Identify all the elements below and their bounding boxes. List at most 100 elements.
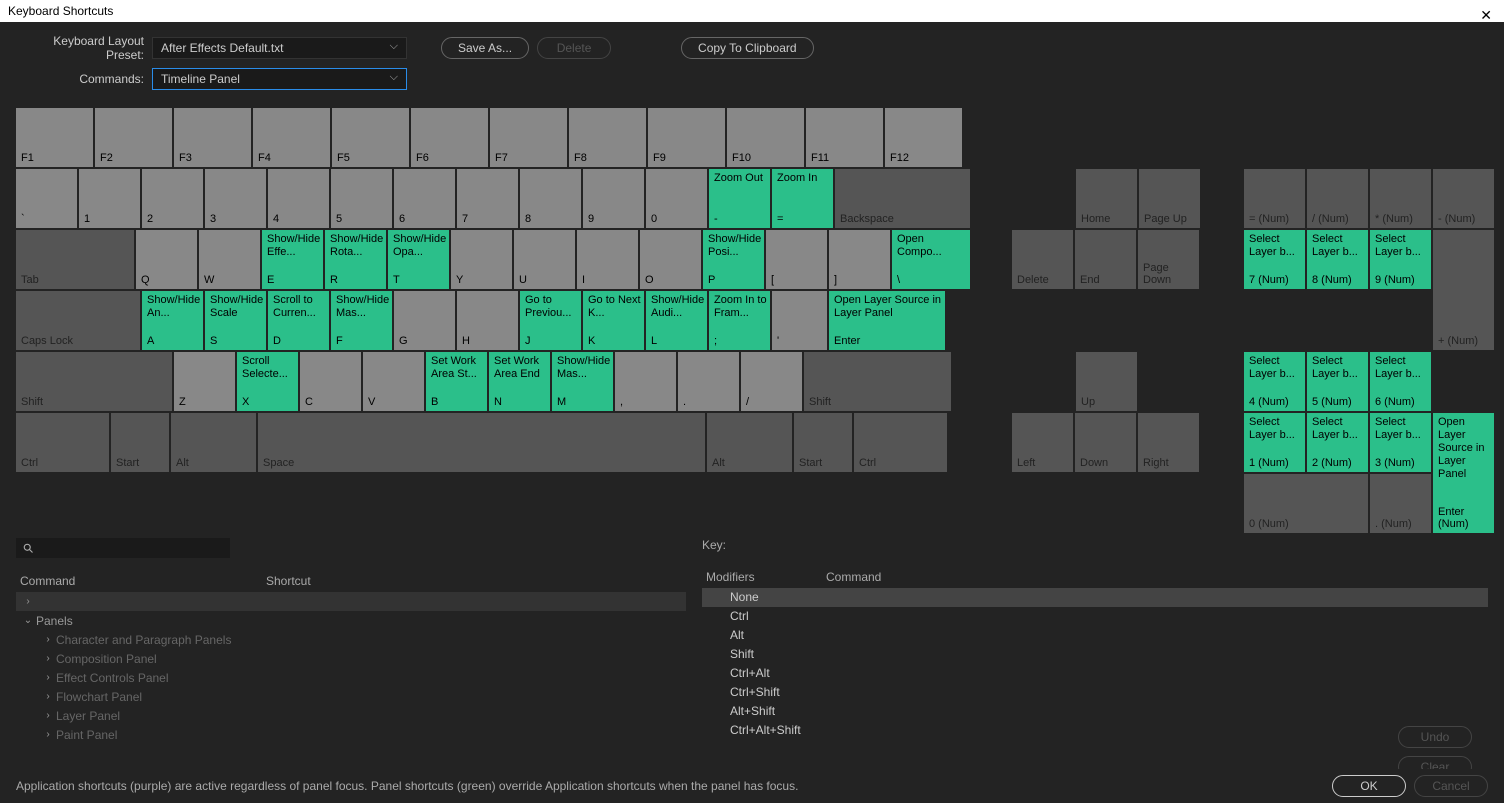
key-x[interactable]: Scroll Selecte...X <box>237 352 298 411</box>
command-list[interactable]: › ⌄Panels ›Character and Paragraph Panel… <box>16 592 686 746</box>
key-enter[interactable]: Open Layer Source in Layer PanelEnter <box>829 291 945 350</box>
key-1-num-[interactable]: Select Layer b...1 (Num) <box>1244 413 1305 472</box>
key-4[interactable]: 4 <box>268 169 329 228</box>
modifier-row[interactable]: Ctrl <box>702 607 1488 626</box>
key-3[interactable]: 3 <box>205 169 266 228</box>
key-5-num-[interactable]: Select Layer b...5 (Num) <box>1307 352 1368 411</box>
list-item[interactable]: ›Layer Panel <box>16 706 686 725</box>
key--[interactable]: . <box>678 352 739 411</box>
key-8[interactable]: 8 <box>520 169 581 228</box>
key-shift[interactable]: Shift <box>16 352 172 411</box>
key-page-down[interactable]: Page Down <box>1138 230 1199 289</box>
key-left[interactable]: Left <box>1012 413 1073 472</box>
key--[interactable]: Zoom Out- <box>709 169 770 228</box>
key--[interactable]: Zoom In to Fram...; <box>709 291 770 350</box>
key-shift[interactable]: Shift <box>804 352 951 411</box>
modifier-row[interactable]: None <box>702 588 1488 607</box>
key-7-num-[interactable]: Select Layer b...7 (Num) <box>1244 230 1305 289</box>
key--[interactable]: [ <box>766 230 827 289</box>
key-v[interactable]: V <box>363 352 424 411</box>
key-i[interactable]: I <box>577 230 638 289</box>
key-enter-num-[interactable]: Open Layer Source in Layer PanelEnter (N… <box>1433 413 1494 533</box>
key-f4[interactable]: F4 <box>253 108 330 167</box>
key-w[interactable]: W <box>199 230 260 289</box>
key-delete[interactable]: Delete <box>1012 230 1073 289</box>
key-b[interactable]: Set Work Area St...B <box>426 352 487 411</box>
key-start[interactable]: Start <box>794 413 852 472</box>
key-6-num-[interactable]: Select Layer b...6 (Num) <box>1370 352 1431 411</box>
key-f7[interactable]: F7 <box>490 108 567 167</box>
key-j[interactable]: Go to Previou...J <box>520 291 581 350</box>
key-6[interactable]: 6 <box>394 169 455 228</box>
save-as-button[interactable]: Save As... <box>441 37 529 59</box>
key-f[interactable]: Show/Hide Mas...F <box>331 291 392 350</box>
key-start[interactable]: Start <box>111 413 169 472</box>
modifier-row[interactable]: Ctrl+Shift <box>702 683 1488 702</box>
key-backspace[interactable]: Backspace <box>835 169 970 228</box>
list-item[interactable]: ›Character and Paragraph Panels <box>16 630 686 649</box>
key-ctrl[interactable]: Ctrl <box>16 413 109 472</box>
key-k[interactable]: Go to Next K...K <box>583 291 644 350</box>
modifier-row[interactable]: Alt+Shift <box>702 702 1488 721</box>
key-q[interactable]: Q <box>136 230 197 289</box>
key-end[interactable]: End <box>1075 230 1136 289</box>
key-9-num-[interactable]: Select Layer b...9 (Num) <box>1370 230 1431 289</box>
key--[interactable]: , <box>615 352 676 411</box>
key--[interactable]: Zoom In= <box>772 169 833 228</box>
key-c[interactable]: C <box>300 352 361 411</box>
key-caps-lock[interactable]: Caps Lock <box>16 291 140 350</box>
list-item[interactable]: ›Effect Controls Panel <box>16 668 686 687</box>
key-f2[interactable]: F2 <box>95 108 172 167</box>
key-f3[interactable]: F3 <box>174 108 251 167</box>
ok-button[interactable]: OK <box>1332 775 1406 797</box>
key-f12[interactable]: F12 <box>885 108 962 167</box>
key-n[interactable]: Set Work Area EndN <box>489 352 550 411</box>
key-h[interactable]: H <box>457 291 518 350</box>
key-home[interactable]: Home <box>1076 169 1137 228</box>
chevron-down-icon[interactable]: ⌄ <box>20 615 36 626</box>
key-9[interactable]: 9 <box>583 169 644 228</box>
key-s[interactable]: Show/Hide ScaleS <box>205 291 266 350</box>
key--num-[interactable]: / (Num) <box>1307 169 1368 228</box>
modifier-row[interactable]: Shift <box>702 645 1488 664</box>
list-item[interactable]: ›Flowchart Panel <box>16 687 686 706</box>
key-z[interactable]: Z <box>174 352 235 411</box>
key-e[interactable]: Show/Hide Effe...E <box>262 230 323 289</box>
commands-dropdown[interactable]: Timeline Panel <box>152 68 407 90</box>
key-p[interactable]: Show/Hide Posi...P <box>703 230 764 289</box>
key-8-num-[interactable]: Select Layer b...8 (Num) <box>1307 230 1368 289</box>
key-space[interactable]: Space <box>258 413 705 472</box>
key-alt[interactable]: Alt <box>707 413 792 472</box>
key-right[interactable]: Right <box>1138 413 1199 472</box>
key-f10[interactable]: F10 <box>727 108 804 167</box>
key-alt[interactable]: Alt <box>171 413 256 472</box>
modifier-row[interactable]: Ctrl+Alt+Shift <box>702 721 1488 740</box>
modifier-list[interactable]: NoneCtrlAltShiftCtrl+AltCtrl+ShiftAlt+Sh… <box>702 588 1488 740</box>
key-a[interactable]: Show/Hide An...A <box>142 291 203 350</box>
key-o[interactable]: O <box>640 230 701 289</box>
key--num-[interactable]: * (Num) <box>1370 169 1431 228</box>
key-3-num-[interactable]: Select Layer b...3 (Num) <box>1370 413 1431 472</box>
search-input[interactable] <box>16 538 230 558</box>
key--[interactable]: ` <box>16 169 77 228</box>
key-f9[interactable]: F9 <box>648 108 725 167</box>
modifier-row[interactable]: Ctrl+Alt <box>702 664 1488 683</box>
key-2-num-[interactable]: Select Layer b...2 (Num) <box>1307 413 1368 472</box>
key--num-[interactable]: - (Num) <box>1433 169 1494 228</box>
key-m[interactable]: Show/Hide Mas...M <box>552 352 613 411</box>
key--[interactable]: ] <box>829 230 890 289</box>
list-item[interactable]: ›Project Panel <box>16 744 686 746</box>
key-g[interactable]: G <box>394 291 455 350</box>
key-up[interactable]: Up <box>1076 352 1137 411</box>
key-ctrl[interactable]: Ctrl <box>854 413 947 472</box>
list-item[interactable]: ›Composition Panel <box>16 649 686 668</box>
key-t[interactable]: Show/Hide Opa...T <box>388 230 449 289</box>
key-r[interactable]: Show/Hide Rota...R <box>325 230 386 289</box>
key--[interactable]: ' <box>772 291 827 350</box>
cancel-button[interactable]: Cancel <box>1414 775 1488 797</box>
key-5[interactable]: 5 <box>331 169 392 228</box>
panels-group[interactable]: Panels <box>36 614 73 628</box>
key-f1[interactable]: F1 <box>16 108 93 167</box>
key-2[interactable]: 2 <box>142 169 203 228</box>
list-item[interactable]: ›Paint Panel <box>16 725 686 744</box>
